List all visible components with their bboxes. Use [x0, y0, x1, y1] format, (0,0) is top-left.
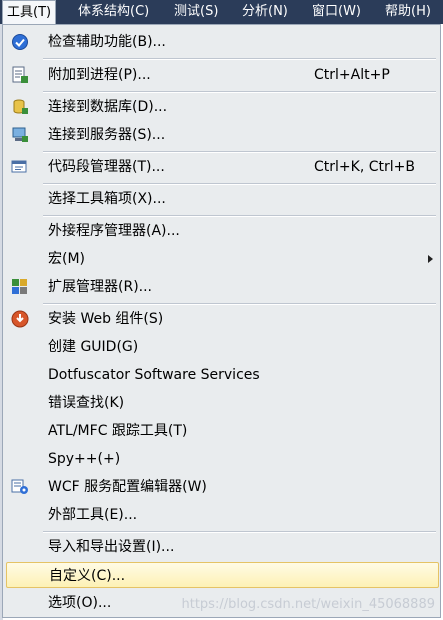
menu-item-label: 宏(M): [48, 251, 86, 267]
accessibility-check-icon: [11, 33, 29, 51]
menu-tools[interactable]: 工具(T): [2, 0, 57, 25]
tools-dropdown-menu: 检查辅助功能(B)... 附加到进程(P)... Ctrl+Alt+P 连接到数…: [2, 24, 441, 618]
menu-item-label: ATL/MFC 跟踪工具(T): [48, 423, 188, 439]
menu-item-code-snippets-manager[interactable]: 代码段管理器(T)... Ctrl+K, Ctrl+B: [6, 154, 439, 180]
menu-item-label: 扩展管理器(R)...: [48, 279, 153, 295]
install-web-component-icon: [11, 310, 29, 328]
menu-window[interactable]: 窗口(W): [308, 0, 365, 24]
menu-item-label: 错误查找(K): [48, 395, 125, 411]
menu-item-install-web-component[interactable]: 安装 Web 组件(S): [6, 306, 439, 332]
menu-item-connect-server[interactable]: 连接到服务器(S)...: [6, 122, 439, 148]
menu-item-error-lookup[interactable]: 错误查找(K): [6, 390, 439, 416]
separator: [43, 215, 436, 217]
code-snippets-icon: [11, 158, 29, 176]
submenu-arrow-icon: [428, 255, 433, 263]
menu-item-atl-mfc-trace[interactable]: ATL/MFC 跟踪工具(T): [6, 418, 439, 444]
watermark-text: https://blog.csdn.net/weixin_45068889: [181, 597, 435, 612]
connect-database-icon: [11, 98, 29, 116]
menu-item-choose-toolbox-items[interactable]: 选择工具箱项(X)...: [6, 186, 439, 212]
menu-item-check-accessibility[interactable]: 检查辅助功能(B)...: [6, 29, 439, 55]
menu-item-connect-database[interactable]: 连接到数据库(D)...: [6, 94, 439, 120]
menu-item-wcf-config-editor[interactable]: WCF 服务配置编辑器(W): [6, 474, 439, 500]
menu-item-customize[interactable]: 自定义(C)...: [6, 562, 439, 588]
separator: [43, 151, 436, 153]
menu-item-external-tools[interactable]: 外部工具(E)...: [6, 502, 439, 528]
connect-server-icon: [11, 126, 29, 144]
menu-item-attach-to-process[interactable]: 附加到进程(P)... Ctrl+Alt+P: [6, 62, 439, 88]
menu-item-label: 附加到进程(P)...: [48, 67, 151, 83]
shortcut-text: Ctrl+Alt+P: [314, 67, 390, 83]
menu-item-create-guid[interactable]: 创建 GUID(G): [6, 334, 439, 360]
menu-item-label: 外部工具(E)...: [48, 507, 138, 523]
separator: [43, 91, 436, 93]
menu-item-label: 检查辅助功能(B)...: [48, 34, 166, 50]
separator: [43, 531, 436, 533]
menu-item-label: 代码段管理器(T)...: [48, 159, 165, 175]
shortcut-text: Ctrl+K, Ctrl+B: [314, 159, 415, 175]
menu-item-label: 连接到服务器(S)...: [48, 127, 166, 143]
separator: [43, 58, 436, 60]
menu-item-macros[interactable]: 宏(M): [6, 246, 439, 272]
menu-item-import-export-settings[interactable]: 导入和导出设置(I)...: [6, 534, 439, 560]
menu-item-dotfuscator[interactable]: Dotfuscator Software Services: [6, 362, 439, 388]
menu-item-extension-manager[interactable]: 扩展管理器(R)...: [6, 274, 439, 300]
extension-manager-icon: [11, 278, 29, 296]
menu-item-spy[interactable]: Spy++(+): [6, 446, 439, 472]
menu-help[interactable]: 帮助(H): [381, 0, 435, 24]
menu-item-addin-manager[interactable]: 外接程序管理器(A)...: [6, 218, 439, 244]
menu-bar: 工具(T) 体系结构(C) 测试(S) 分析(N) 窗口(W) 帮助(H): [0, 0, 443, 25]
menu-item-label: Spy++(+): [48, 451, 121, 467]
menu-item-label: 选项(O)...: [48, 595, 112, 611]
menu-item-label: 导入和导出设置(I)...: [48, 539, 175, 555]
menu-analyze[interactable]: 分析(N): [238, 0, 292, 24]
wcf-config-icon: [11, 478, 29, 496]
menu-item-label: WCF 服务配置编辑器(W): [48, 479, 207, 495]
menu-item-label: 选择工具箱项(X)...: [48, 191, 166, 207]
menu-item-label: 自定义(C)...: [49, 568, 126, 584]
separator: [43, 303, 436, 305]
menu-item-label: 连接到数据库(D)...: [48, 99, 168, 115]
menu-item-label: 安装 Web 组件(S): [48, 311, 164, 327]
menu-architecture[interactable]: 体系结构(C): [74, 0, 153, 24]
attach-process-icon: [11, 66, 29, 84]
menu-item-label: Dotfuscator Software Services: [48, 367, 260, 383]
menu-item-label: 外接程序管理器(A)...: [48, 223, 180, 239]
menu-item-label: 创建 GUID(G): [48, 339, 139, 355]
menu-test[interactable]: 测试(S): [170, 0, 222, 24]
separator: [43, 183, 436, 185]
